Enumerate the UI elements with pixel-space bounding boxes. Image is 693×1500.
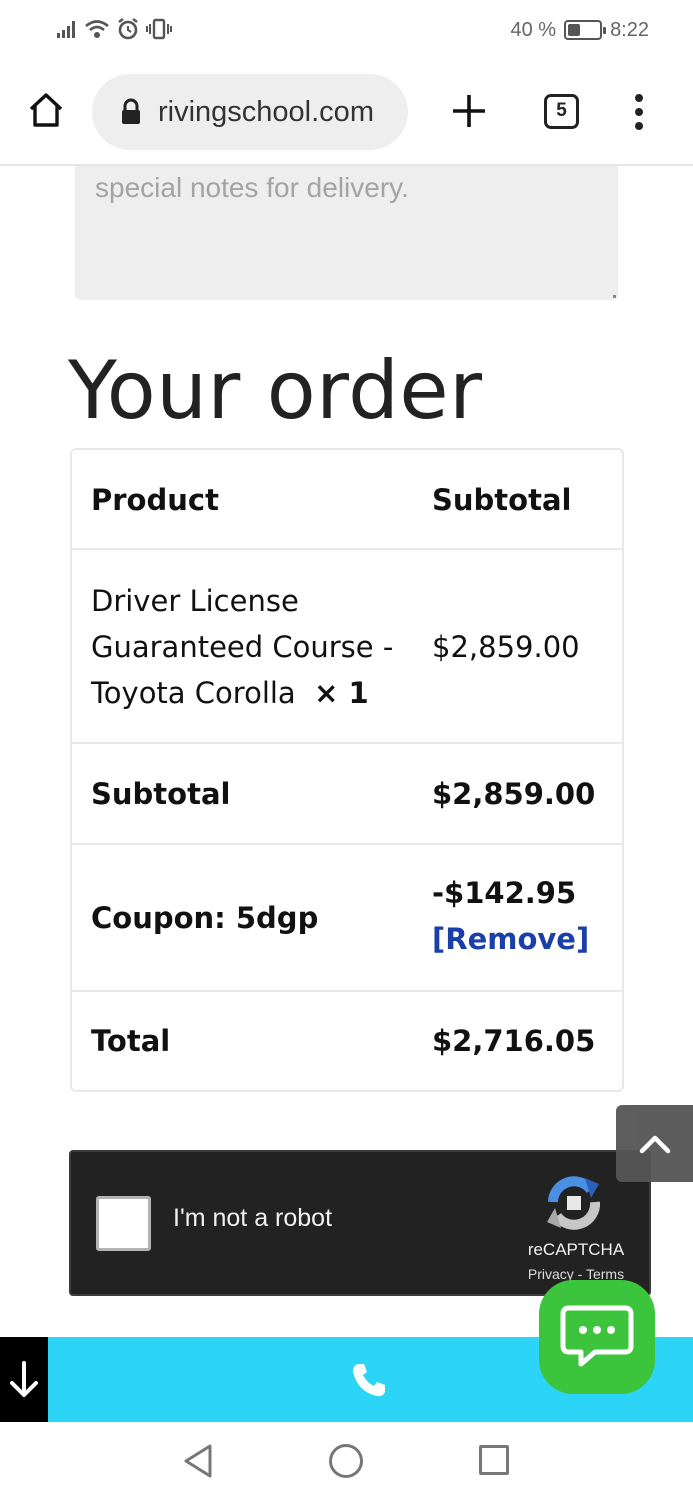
plus-icon[interactable] — [450, 92, 488, 130]
order-notes-field[interactable]: special notes for delivery. — [75, 166, 618, 300]
coupon-row: Coupon: 5dgp -$142.95 [Remove] — [72, 845, 622, 992]
chat-icon — [560, 1305, 634, 1367]
total-label: Total — [91, 1024, 171, 1058]
recents-icon[interactable] — [479, 1445, 509, 1475]
subtotal-header: Subtotal — [432, 483, 572, 517]
battery-percent: 40 % — [510, 18, 557, 41]
coupon-label: Coupon: 5dgp — [91, 901, 319, 935]
coupon-amount: -$142.95 [Remove] — [432, 870, 589, 962]
product-quantity: × 1 — [314, 676, 369, 710]
recaptcha-checkbox[interactable] — [96, 1196, 151, 1251]
arrow-down-icon — [10, 1361, 38, 1397]
recaptcha-label: I'm not a robot — [173, 1204, 333, 1232]
alarm-icon — [118, 18, 138, 40]
table-row: Driver License Guaranteed Course - Toyot… — [72, 550, 622, 744]
back-to-top-button[interactable] — [616, 1105, 693, 1182]
order-notes-placeholder: special notes for delivery. — [95, 172, 409, 203]
address-bar[interactable]: rivingschool.com — [92, 74, 408, 150]
subtotal-label: Subtotal — [91, 777, 231, 811]
coupon-discount: -$142.95 — [432, 876, 577, 910]
wifi-icon — [85, 20, 109, 38]
home-circle-icon[interactable] — [329, 1444, 363, 1478]
subtotal-value: $2,859.00 — [432, 777, 596, 811]
browser-toolbar: rivingschool.com 5 — [0, 60, 693, 166]
signal-icon — [57, 21, 75, 38]
menu-icon[interactable] — [630, 94, 648, 130]
home-icon[interactable] — [26, 90, 66, 130]
phone-icon — [353, 1364, 385, 1397]
product-price: $2,859.00 — [432, 630, 580, 664]
product-name: Driver License Guaranteed Course - Toyot… — [91, 584, 394, 710]
product-header: Product — [91, 483, 219, 517]
battery-icon — [564, 20, 607, 40]
recaptcha-logo-icon — [547, 1176, 601, 1230]
resize-handle[interactable] — [613, 295, 616, 298]
system-nav-bar — [0, 1422, 693, 1500]
total-row: Total $2,716.05 — [72, 992, 622, 1090]
subtotal-row: Subtotal $2,859.00 — [72, 744, 622, 845]
lock-icon — [122, 98, 140, 124]
status-icons-right: 40 % 8:22 — [510, 16, 649, 44]
scroll-down-button[interactable] — [0, 1337, 48, 1422]
table-header-row: Product Subtotal — [72, 450, 622, 550]
page-title: Your order — [68, 344, 483, 437]
url-text: rivingschool.com — [158, 95, 374, 128]
order-review-table: Product Subtotal Driver License Guarante… — [70, 448, 624, 1092]
remove-coupon-link[interactable]: [Remove] — [432, 916, 589, 962]
chat-button[interactable] — [539, 1280, 655, 1394]
chevron-up-icon — [639, 1135, 671, 1154]
clock: 8:22 — [610, 18, 649, 41]
vibrate-icon — [146, 18, 172, 40]
recaptcha-brand: reCAPTCHA — [527, 1240, 625, 1259]
status-icons-left — [56, 16, 172, 42]
status-bar: 40 % 8:22 — [0, 0, 693, 60]
back-icon[interactable] — [180, 1442, 218, 1480]
total-value: $2,716.05 — [432, 1024, 596, 1058]
recaptcha-widget: I'm not a robot reCAPTCHA Privacy - Term… — [69, 1150, 651, 1296]
tabs-icon[interactable]: 5 — [544, 94, 579, 129]
